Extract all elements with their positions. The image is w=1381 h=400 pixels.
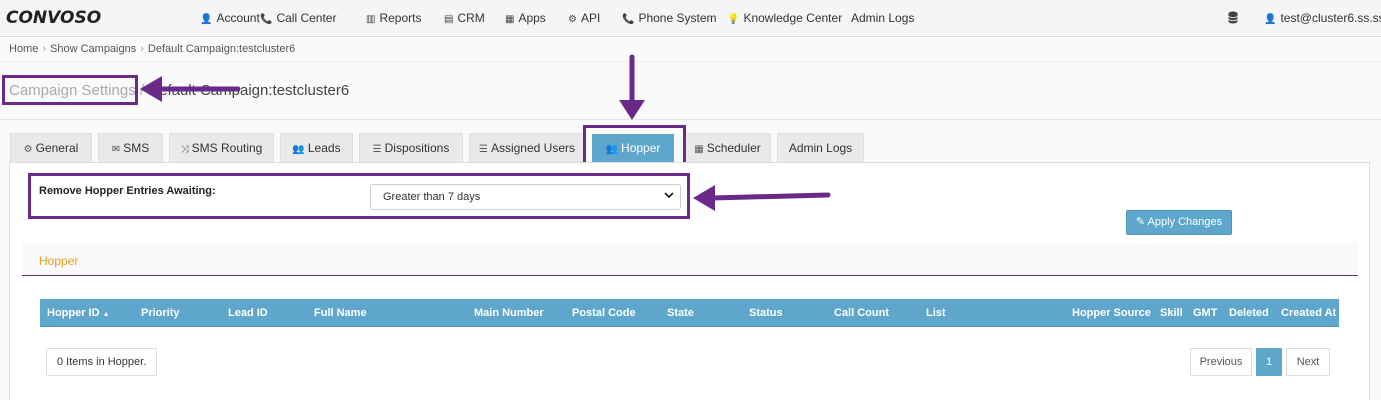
edit-icon: ✎	[1135, 216, 1148, 228]
col-list[interactable]: List	[926, 307, 946, 319]
tab-scheduler-label: Scheduler	[706, 141, 761, 155]
nav-admin-logs-label: Admin Logs	[851, 11, 915, 25]
nav-reports-label: Reports	[379, 11, 422, 25]
col-created-at[interactable]: Created At	[1281, 307, 1336, 319]
nav-api-label: API	[580, 11, 601, 25]
pagination-next[interactable]: Next	[1286, 348, 1330, 376]
col-hopper-id[interactable]: Hopper ID ▲	[47, 307, 110, 319]
apply-changes-label: Apply Changes	[1147, 216, 1223, 228]
random-icon: ⤨	[180, 144, 189, 155]
tab-scheduler[interactable]: ▦ Scheduler	[684, 133, 771, 163]
tab-sms-routing-label: SMS Routing	[191, 141, 263, 155]
apply-changes-button[interactable]: ✎ Apply Changes	[1126, 210, 1232, 235]
tab-sms-routing[interactable]: ⤨ SMS Routing	[169, 133, 274, 163]
nav-account-label: Account	[216, 11, 260, 25]
breadcrumb: Home › Show Campaigns › Default Campaign:tes…	[0, 38, 1381, 62]
database-icon[interactable]	[1228, 11, 1238, 27]
tab-sms[interactable]: ✉ SMS	[98, 133, 163, 163]
breadcrumb-home[interactable]: Home	[9, 43, 38, 55]
breadcrumb-show-campaigns[interactable]: Show Campaigns	[50, 43, 136, 55]
nav-admin-logs[interactable]: Admin Logs	[851, 11, 914, 25]
col-skill[interactable]: Skill	[1160, 307, 1183, 319]
hopper-section-title: Hopper	[39, 254, 79, 268]
breadcrumb-separator: ›	[42, 43, 47, 55]
col-postal-code[interactable]: Postal Code	[572, 307, 636, 319]
list-ol-icon: ☰	[478, 144, 488, 155]
user-icon: 👤	[200, 14, 213, 25]
breadcrumb-current: Default Campaign:testcluster6	[147, 43, 296, 55]
col-lead-id[interactable]: Lead ID	[228, 307, 268, 319]
tab-leads-label: Leads	[307, 141, 341, 155]
tab-general-label: General	[35, 141, 79, 155]
items-count: 0 Items in Hopper.	[46, 348, 157, 376]
tab-admin-logs[interactable]: Admin Logs	[777, 133, 864, 163]
tab-sms-label: SMS	[123, 141, 150, 155]
nav-apps-label: Apps	[518, 11, 546, 25]
pagination-page-1[interactable]: 1	[1256, 348, 1282, 376]
col-status[interactable]: Status	[749, 307, 783, 319]
user-email: test@cluster6.ss.ss	[1280, 11, 1381, 25]
sort-asc-icon: ▲	[102, 311, 110, 318]
nav-user-menu[interactable]: 👤 test@cluster6.ss.ss	[1264, 11, 1381, 25]
nav-call-center[interactable]: 📞 Call Center	[260, 11, 336, 25]
col-deleted[interactable]: Deleted	[1229, 307, 1269, 319]
tab-leads[interactable]: 👥 Leads	[280, 133, 353, 163]
calendar-icon: ▦	[694, 144, 704, 155]
col-priority[interactable]: Priority	[141, 307, 180, 319]
nav-call-center-label: Call Center	[276, 11, 337, 25]
tab-assigned-users-label: Assigned Users	[490, 141, 575, 155]
users-icon: 👥	[292, 144, 305, 155]
crm-icon: ▤	[444, 14, 454, 25]
hopper-section-header	[22, 243, 1358, 276]
annotation-box-title	[2, 75, 138, 105]
nav-reports[interactable]: ▥ Reports	[366, 11, 421, 25]
gear-icon: ⚙	[568, 14, 577, 25]
tab-admin-logs-label: Admin Logs	[788, 141, 853, 155]
annotation-box-form	[28, 173, 690, 219]
col-gmt[interactable]: GMT	[1193, 307, 1217, 319]
col-hopper-source[interactable]: Hopper Source	[1072, 307, 1151, 319]
tab-dispositions[interactable]: ☰ Dispositions	[359, 133, 463, 163]
nav-knowledge-center[interactable]: 💡 Knowledge Center	[727, 11, 842, 25]
nav-phone-system[interactable]: 📞 Phone System	[622, 11, 717, 25]
phone-icon: 📞	[622, 14, 635, 25]
phone-icon: 📞	[260, 14, 273, 25]
bar-chart-icon: ▥	[366, 14, 376, 25]
list-icon: ☰	[372, 144, 382, 155]
nav-crm[interactable]: ▤ CRM	[444, 11, 485, 25]
grid-icon: ▦	[505, 14, 515, 25]
lightbulb-icon: 💡	[727, 14, 740, 25]
col-full-name[interactable]: Full Name	[314, 307, 367, 319]
tab-dispositions-label: Dispositions	[384, 141, 450, 155]
nav-api[interactable]: ⚙ API	[568, 11, 600, 25]
nav-knowledge-center-label: Knowledge Center	[743, 11, 843, 25]
nav-crm-label: CRM	[457, 11, 485, 25]
col-state[interactable]: State	[667, 307, 694, 319]
user-icon: 👤	[1264, 14, 1277, 25]
envelope-icon: ✉	[111, 144, 121, 155]
tab-assigned-users[interactable]: ☰ Assigned Users	[469, 133, 585, 163]
nav-account[interactable]: 👤 Account	[200, 11, 260, 25]
nav-apps[interactable]: ▦ Apps	[505, 11, 546, 25]
convoso-logo[interactable]: CONVOSO	[6, 8, 101, 28]
col-hopper-id-label: Hopper ID	[47, 307, 100, 319]
cogs-icon: ⚙	[23, 144, 33, 155]
pagination-previous[interactable]: Previous	[1190, 348, 1252, 376]
col-main-number[interactable]: Main Number	[474, 307, 544, 319]
breadcrumb-separator: ›	[140, 43, 144, 55]
page-title-campaign: Default Campaign:testcluster6	[148, 82, 350, 99]
col-call-count[interactable]: Call Count	[834, 307, 889, 319]
nav-phone-system-label: Phone System	[638, 11, 717, 25]
tab-general[interactable]: ⚙ General	[10, 133, 92, 163]
